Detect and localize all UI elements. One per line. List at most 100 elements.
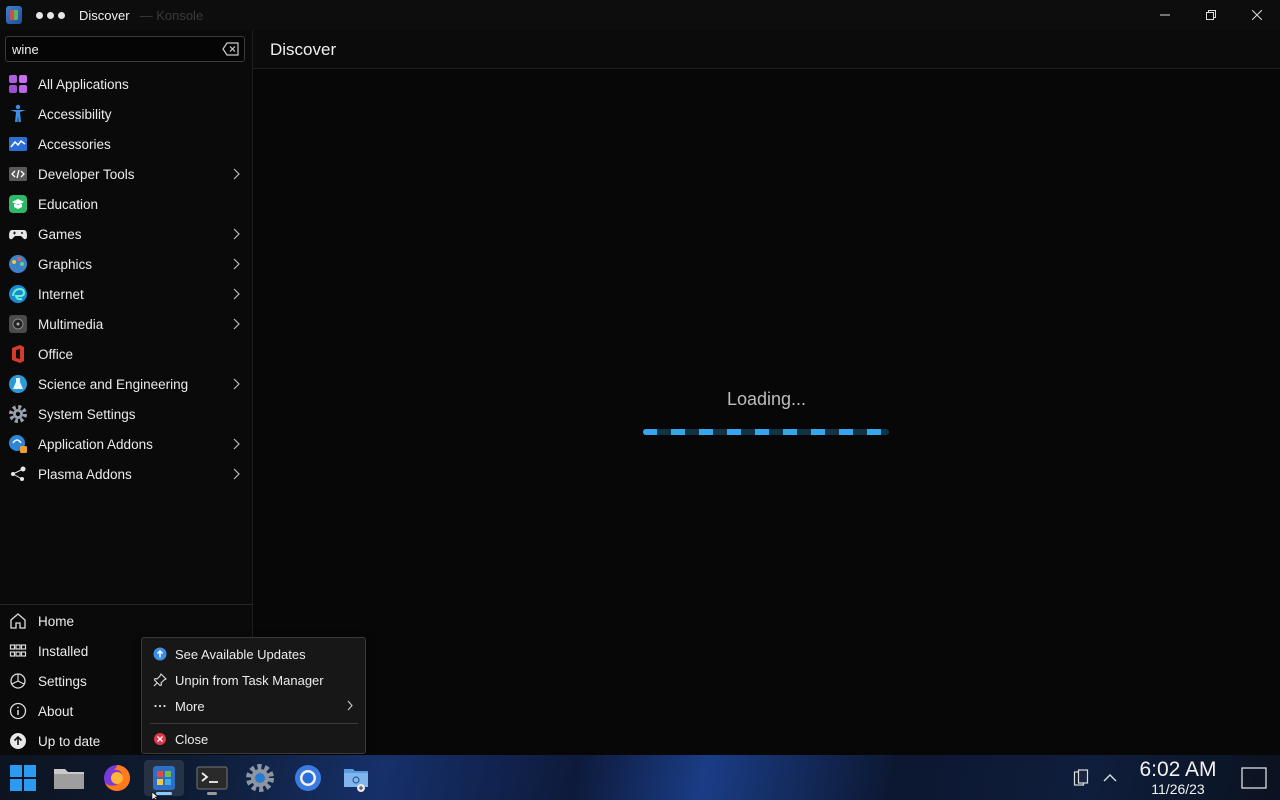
internet-icon — [8, 284, 28, 304]
science-icon — [8, 374, 28, 394]
discover-button[interactable] — [144, 760, 184, 796]
clock-date[interactable]: 11/26/23 — [1134, 781, 1222, 797]
page-header: Discover — [253, 30, 1280, 69]
close-icon — [1252, 10, 1262, 20]
sidebar-item-internet[interactable]: Internet — [0, 279, 252, 309]
info-icon — [8, 701, 28, 721]
close-circle-icon — [153, 732, 167, 746]
sidebar-item-label: Installed — [38, 643, 89, 659]
search-input[interactable] — [6, 37, 228, 61]
sidebar-item-label: System Settings — [38, 406, 136, 422]
chevron-right-icon — [347, 700, 353, 711]
gamepad-icon — [8, 224, 28, 244]
konsole-button[interactable] — [192, 760, 232, 796]
sidebar-item-label: Developer Tools — [38, 166, 135, 182]
show-desktop-button[interactable] — [1234, 760, 1274, 796]
menu-item-label: More — [175, 698, 205, 714]
menu-item-unpin-from-task-manager[interactable]: Unpin from Task Manager — [142, 667, 365, 693]
loading-text: Loading... — [726, 389, 807, 409]
system-settings-taskbar-icon — [246, 764, 274, 792]
developer-tools-icon — [8, 164, 28, 184]
sidebar-item-label: Science and Engineering — [38, 376, 189, 392]
sidebar-item-label: Internet — [38, 286, 84, 302]
home-icon — [8, 611, 28, 631]
clear-search-icon[interactable] — [222, 42, 240, 56]
chromium-button[interactable] — [288, 760, 328, 796]
sidebar-item-home[interactable]: Home — [0, 606, 252, 636]
sidebar-item-education[interactable]: Education — [0, 189, 252, 219]
mouse-cursor-icon — [151, 791, 159, 800]
taskbar — [0, 755, 1280, 800]
menu-item-see-available-updates[interactable]: See Available Updates — [142, 641, 365, 667]
chevron-right-icon — [233, 378, 240, 390]
plasma-addons-icon — [8, 464, 28, 484]
education-icon — [8, 194, 28, 214]
category-list: All Applications Accessibility Accessori… — [0, 69, 252, 489]
firefox-button[interactable] — [97, 760, 137, 796]
software-center-button[interactable] — [336, 760, 376, 796]
installed-icon — [8, 641, 28, 661]
menu-separator — [150, 723, 358, 724]
sidebar-item-label: Multimedia — [38, 316, 104, 332]
sidebar-item-developer-tools[interactable]: Developer Tools — [0, 159, 252, 189]
taskbar-context-menu: See Available Updates Unpin from Task Ma… — [141, 637, 366, 754]
minimize-button[interactable] — [1142, 0, 1188, 30]
clock-time[interactable]: 6:02 AM — [1134, 758, 1222, 782]
chevron-right-icon — [233, 468, 240, 480]
file-manager-button[interactable] — [49, 760, 89, 796]
up-to-date-icon — [8, 731, 28, 751]
sidebar-item-label: Games — [38, 226, 82, 242]
progress-stripes — [643, 429, 889, 435]
sidebar-item-multimedia[interactable]: Multimedia — [0, 309, 252, 339]
update-icon — [153, 647, 167, 661]
discover-app-icon[interactable] — [6, 6, 22, 24]
settings-icon — [8, 671, 28, 691]
maximize-button[interactable] — [1188, 0, 1234, 30]
grid-apps-icon — [8, 74, 28, 94]
sidebar-item-games[interactable]: Games — [0, 219, 252, 249]
menu-item-more[interactable]: More — [142, 693, 365, 719]
file-manager-icon — [54, 769, 84, 789]
sidebar-item-label: Application Addons — [38, 436, 153, 452]
sidebar-item-graphics[interactable]: Graphics — [0, 249, 252, 279]
konsole-icon — [196, 766, 228, 790]
sidebar-item-plasma-addons[interactable]: Plasma Addons — [0, 459, 252, 489]
sidebar-item-science-and-engineering[interactable]: Science and Engineering — [0, 369, 252, 399]
sidebar-item-label: Accessibility — [38, 106, 112, 122]
discover-icon — [153, 766, 175, 790]
menu-item-label: Close — [175, 731, 209, 747]
chevron-right-icon — [233, 438, 240, 450]
open-indicator — [207, 792, 217, 795]
sidebar-item-system-settings[interactable]: System Settings — [0, 399, 252, 429]
system-settings-button[interactable] — [240, 760, 280, 796]
minimize-icon — [1160, 14, 1170, 16]
accessibility-icon — [8, 104, 28, 124]
sidebar-item-label: Settings — [38, 673, 87, 689]
close-button[interactable] — [1234, 0, 1280, 30]
sidebar-divider — [0, 604, 252, 605]
window-menu-dots-icon[interactable] — [36, 11, 65, 19]
loading-progress-bar — [643, 429, 889, 435]
chevron-right-icon — [233, 168, 240, 180]
sidebar-item-accessories[interactable]: Accessories — [0, 129, 252, 159]
sidebar-item-accessibility[interactable]: Accessibility — [0, 99, 252, 129]
chevron-right-icon — [233, 318, 240, 330]
sidebar-item-label: Up to date — [38, 733, 101, 749]
menu-item-label: Unpin from Task Manager — [175, 672, 324, 688]
sidebar-item-office[interactable]: Office — [0, 339, 252, 369]
graphics-icon — [8, 254, 28, 274]
accessories-icon — [8, 134, 28, 154]
clipboard-icon — [1073, 769, 1089, 786]
start-menu-button[interactable] — [3, 760, 43, 796]
chevron-right-icon — [233, 228, 240, 240]
sidebar-item-label: All Applications — [38, 76, 129, 92]
tray-expand-button[interactable] — [1094, 760, 1126, 796]
window-title-ghost: — Konsole — [139, 7, 204, 23]
sidebar-item-all-applications[interactable]: All Applications — [0, 69, 252, 99]
chromium-icon — [295, 765, 321, 791]
sidebar-item-application-addons[interactable]: Application Addons — [0, 429, 252, 459]
sidebar-item-label: About — [38, 703, 74, 719]
menu-item-close[interactable]: Close — [142, 726, 365, 752]
office-icon — [8, 344, 28, 364]
search-box — [5, 36, 245, 62]
